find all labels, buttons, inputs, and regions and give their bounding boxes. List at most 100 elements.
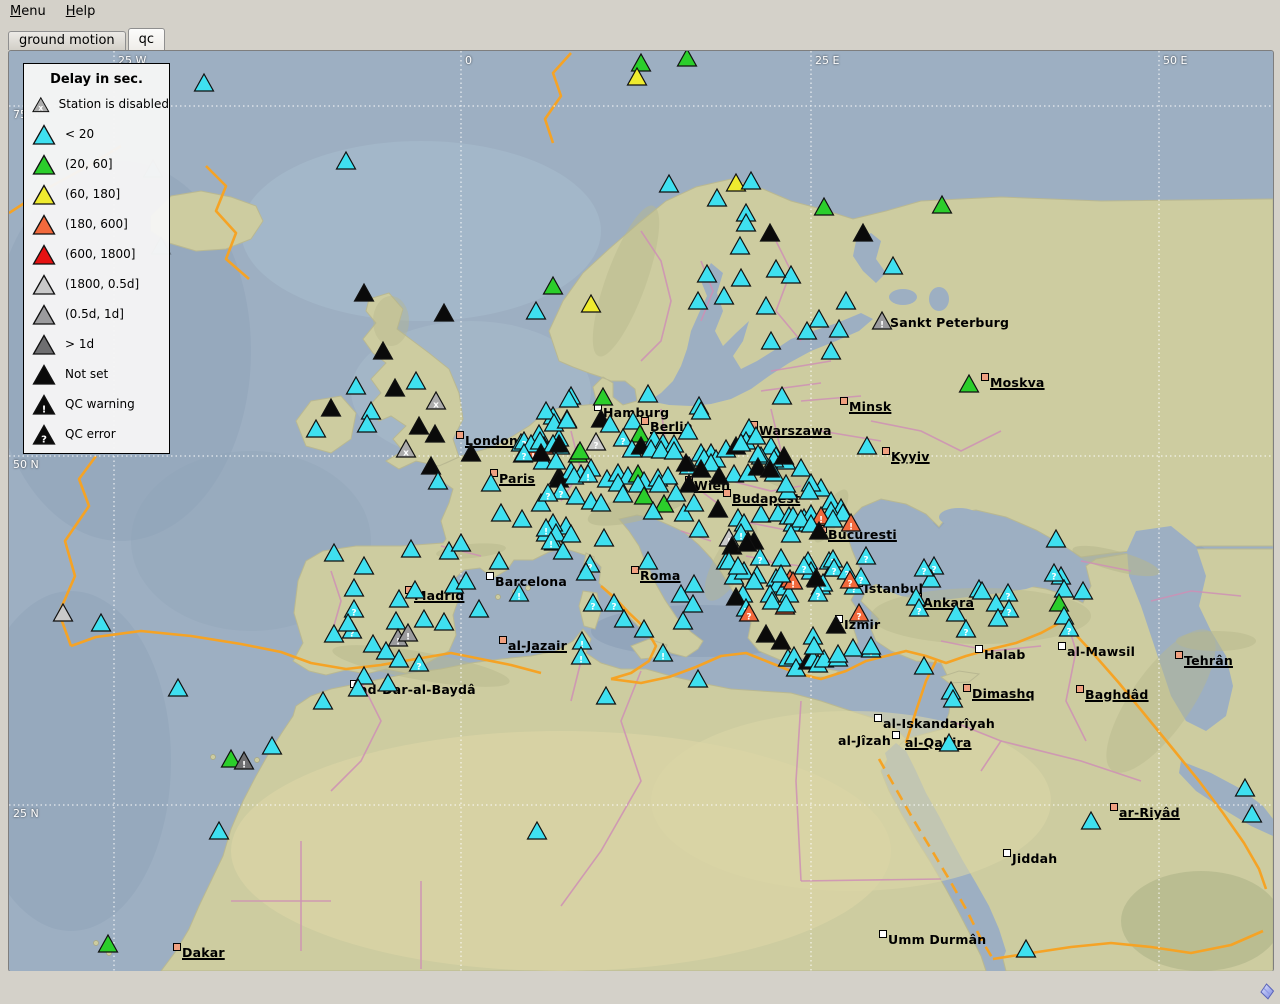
station-marker[interactable] bbox=[685, 494, 704, 511]
station-marker[interactable] bbox=[732, 269, 751, 286]
station-marker[interactable] bbox=[830, 320, 849, 337]
station-marker[interactable] bbox=[933, 196, 952, 213]
station-marker[interactable] bbox=[689, 292, 708, 309]
station-marker[interactable] bbox=[452, 534, 471, 551]
station-marker[interactable] bbox=[1243, 805, 1262, 822]
station-marker[interactable] bbox=[844, 639, 863, 656]
station-marker[interactable] bbox=[858, 437, 877, 454]
station-marker[interactable] bbox=[567, 487, 586, 504]
station-marker[interactable] bbox=[345, 579, 364, 596]
station-marker[interactable] bbox=[685, 575, 704, 592]
station-marker[interactable] bbox=[815, 198, 834, 215]
station-marker[interactable] bbox=[1236, 779, 1255, 796]
station-marker[interactable] bbox=[678, 51, 697, 66]
station-marker[interactable] bbox=[674, 612, 693, 629]
station-marker[interactable] bbox=[527, 302, 546, 319]
station-marker[interactable] bbox=[402, 540, 421, 557]
station-marker[interactable] bbox=[544, 277, 563, 294]
station-marker[interactable] bbox=[364, 635, 383, 652]
station-marker[interactable] bbox=[597, 687, 616, 704]
station-marker[interactable] bbox=[387, 612, 406, 629]
station-marker[interactable] bbox=[1047, 530, 1066, 547]
station-marker[interactable] bbox=[462, 444, 481, 461]
station-marker[interactable] bbox=[827, 616, 846, 633]
station-marker[interactable] bbox=[169, 679, 188, 696]
station-marker[interactable] bbox=[940, 734, 959, 751]
station-marker[interactable] bbox=[347, 377, 366, 394]
station-marker[interactable] bbox=[362, 402, 381, 419]
tab-ground-motion[interactable]: ground motion bbox=[8, 31, 126, 50]
station-marker[interactable] bbox=[742, 172, 761, 189]
station-marker[interactable] bbox=[679, 422, 698, 439]
station-marker[interactable] bbox=[884, 257, 903, 274]
station-marker[interactable] bbox=[837, 292, 856, 309]
station-marker[interactable] bbox=[639, 385, 658, 402]
station-marker[interactable] bbox=[307, 420, 326, 437]
station-marker[interactable] bbox=[54, 604, 73, 621]
station-marker[interactable] bbox=[314, 692, 333, 709]
station-marker[interactable] bbox=[772, 549, 791, 566]
station-marker[interactable] bbox=[379, 674, 398, 691]
station-marker[interactable] bbox=[374, 342, 393, 359]
station-marker[interactable] bbox=[355, 557, 374, 574]
station-marker[interactable] bbox=[709, 500, 728, 517]
station-marker[interactable] bbox=[457, 572, 476, 589]
station-marker[interactable] bbox=[210, 822, 229, 839]
station-marker[interactable] bbox=[322, 399, 341, 416]
station-marker[interactable] bbox=[862, 637, 881, 654]
station-marker[interactable] bbox=[810, 310, 829, 327]
station-marker[interactable] bbox=[407, 372, 426, 389]
station-marker[interactable] bbox=[435, 304, 454, 321]
station-marker[interactable] bbox=[757, 297, 776, 314]
station-marker[interactable] bbox=[708, 189, 727, 206]
station-marker[interactable] bbox=[482, 474, 501, 491]
tab-qc[interactable]: qc bbox=[128, 28, 165, 50]
station-marker[interactable] bbox=[960, 375, 979, 392]
station-marker[interactable] bbox=[337, 152, 356, 169]
station-marker[interactable] bbox=[513, 510, 532, 527]
station-marker[interactable] bbox=[528, 822, 547, 839]
station-marker[interactable] bbox=[698, 265, 717, 282]
station-marker[interactable] bbox=[92, 614, 111, 631]
station-marker[interactable] bbox=[690, 520, 709, 537]
station-marker[interactable] bbox=[689, 670, 708, 687]
station-marker[interactable] bbox=[635, 620, 654, 637]
station-marker[interactable] bbox=[415, 610, 434, 627]
station-marker[interactable] bbox=[947, 604, 966, 621]
station-marker[interactable] bbox=[639, 552, 658, 569]
station-marker[interactable] bbox=[660, 175, 679, 192]
station-marker[interactable] bbox=[757, 625, 776, 642]
station-marker[interactable] bbox=[490, 552, 509, 569]
station-marker[interactable] bbox=[386, 379, 405, 396]
menu-item-help[interactable]: Help bbox=[56, 1, 106, 22]
station-marker[interactable] bbox=[767, 260, 786, 277]
station-marker[interactable] bbox=[195, 74, 214, 91]
station-marker[interactable] bbox=[762, 332, 781, 349]
station-marker[interactable] bbox=[263, 737, 282, 754]
station-marker[interactable] bbox=[752, 505, 771, 522]
station-marker[interactable] bbox=[761, 224, 780, 241]
station-marker[interactable] bbox=[822, 342, 841, 359]
station-marker[interactable] bbox=[773, 387, 792, 404]
menu-item-menu[interactable]: Menu bbox=[0, 1, 56, 22]
station-marker[interactable] bbox=[595, 529, 614, 546]
station-marker[interactable] bbox=[582, 295, 601, 312]
station-marker[interactable] bbox=[325, 544, 344, 561]
station-marker[interactable] bbox=[355, 284, 374, 301]
station-marker[interactable] bbox=[715, 287, 734, 304]
station-marker[interactable] bbox=[854, 224, 873, 241]
station-marker[interactable] bbox=[1017, 940, 1036, 957]
station-marker[interactable] bbox=[99, 935, 118, 952]
station-marker[interactable] bbox=[492, 504, 511, 521]
station-marker[interactable] bbox=[1082, 812, 1101, 829]
station-marker[interactable] bbox=[907, 588, 926, 605]
station-marker[interactable] bbox=[632, 54, 651, 71]
station-marker[interactable] bbox=[406, 581, 425, 598]
station-marker[interactable] bbox=[731, 237, 750, 254]
map-canvas[interactable]: 25 W025 E50 E75 N50 N25 N LondonParisHam… bbox=[8, 50, 1274, 972]
station-marker[interactable] bbox=[435, 613, 454, 630]
station-marker[interactable] bbox=[594, 388, 613, 405]
station-marker[interactable] bbox=[615, 610, 634, 627]
station-marker[interactable] bbox=[470, 600, 489, 617]
station-marker[interactable] bbox=[410, 417, 429, 434]
